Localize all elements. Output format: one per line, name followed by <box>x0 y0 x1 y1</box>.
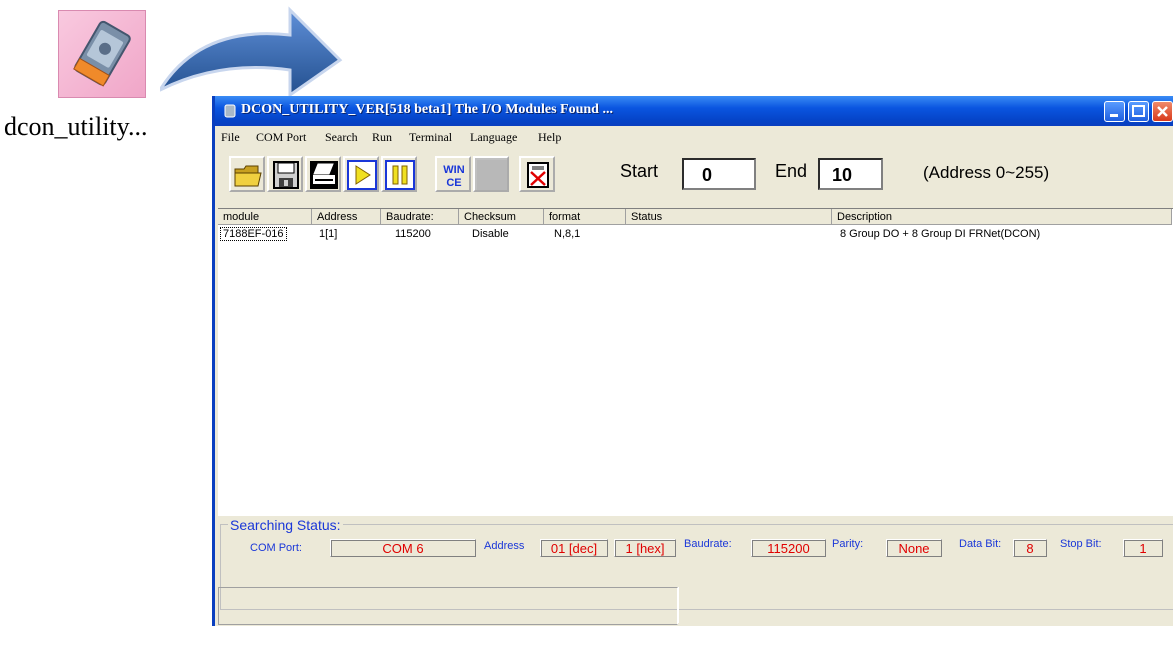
com-port-value: COM 6 <box>330 539 476 557</box>
io-module-icon <box>73 20 131 87</box>
menu-search[interactable]: Search <box>325 130 358 145</box>
wince-label-ce: CE <box>446 177 461 189</box>
menu-terminal[interactable]: Terminal <box>409 130 452 145</box>
minimize-button[interactable] <box>1104 101 1125 122</box>
data-bit-value: 8 <box>1013 539 1047 557</box>
column-header-module[interactable]: module <box>218 209 312 225</box>
status-bar <box>218 587 1173 626</box>
print-button[interactable] <box>305 156 341 192</box>
desktop-icon-label: dcon_utility... <box>4 112 148 141</box>
dcon-utility-window: DCON_UTILITY_VER[518 beta1] The I/O Modu… <box>212 96 1173 626</box>
close-button[interactable] <box>1152 101 1173 122</box>
run-button[interactable] <box>343 156 379 192</box>
column-header-checksum[interactable]: Checksum <box>459 209 544 225</box>
menu-help[interactable]: Help <box>538 130 561 145</box>
curved-arrow-icon <box>160 6 343 98</box>
title-bar[interactable]: DCON_UTILITY_VER[518 beta1] The I/O Modu… <box>215 96 1173 126</box>
baudrate-label: Baudrate: <box>684 538 732 550</box>
stop-bit-label: Stop Bit: <box>1060 538 1102 550</box>
address-label: Address <box>484 540 525 552</box>
save-button[interactable] <box>267 156 303 192</box>
wince-button[interactable]: WIN CE <box>435 156 471 192</box>
data-bit-label: Data Bit: <box>959 538 1002 550</box>
maximize-icon <box>1132 105 1145 117</box>
wince-icon: WIN CE <box>443 164 464 189</box>
dcon-utility-desktop-icon[interactable] <box>58 10 146 98</box>
parity-value: None <box>886 539 942 557</box>
row-module[interactable]: 7188EF-016 <box>220 227 287 241</box>
run-icon <box>347 160 377 190</box>
row-address: 1[1] <box>319 228 338 240</box>
column-header-description[interactable]: Description <box>832 209 1172 225</box>
row-checksum: Disable <box>472 228 509 240</box>
maximize-button[interactable] <box>1128 101 1149 122</box>
toolbar: WIN CE Start 0 End 10 (Address 0~255) <box>215 148 1173 204</box>
address-range-hint: (Address 0~255) <box>923 163 1050 182</box>
status-bar-pane-right <box>678 587 1173 623</box>
window-title: DCON_UTILITY_VER[518 beta1] The I/O Modu… <box>241 102 613 117</box>
print-icon <box>310 161 338 189</box>
close-icon <box>1157 106 1168 117</box>
baudrate-value: 115200 <box>751 539 826 557</box>
menu-language[interactable]: Language <box>470 130 517 145</box>
column-header-baudrate[interactable]: Baudrate: <box>381 209 459 225</box>
column-header-status[interactable]: Status <box>626 209 832 225</box>
status-bar-pane-left <box>218 587 678 625</box>
open-button[interactable] <box>229 156 265 192</box>
row-format: N,8,1 <box>554 228 581 240</box>
minimize-icon <box>1110 114 1118 117</box>
save-disk-icon <box>273 161 299 189</box>
open-folder-icon <box>234 165 262 187</box>
end-label: End <box>775 161 808 181</box>
menu-com-port[interactable]: COM Port <box>256 130 306 145</box>
blank-button[interactable] <box>473 156 509 192</box>
pause-icon <box>385 160 415 190</box>
terminal-button[interactable] <box>519 156 555 192</box>
module-list[interactable]: module Address Baudrate: Checksum format… <box>218 208 1173 517</box>
column-header-format[interactable]: format <box>544 209 626 225</box>
end-input[interactable]: 10 <box>818 158 883 190</box>
searching-status-title: Searching Status: <box>228 517 343 533</box>
wince-label-win: WIN <box>443 164 464 176</box>
start-input[interactable]: 0 <box>682 158 756 190</box>
terminal-icon <box>527 162 549 188</box>
parity-label: Parity: <box>832 538 864 550</box>
row-baudrate: 115200 <box>395 228 431 240</box>
menu-run[interactable]: Run <box>372 130 392 145</box>
column-header-address[interactable]: Address <box>312 209 381 225</box>
pause-button[interactable] <box>381 156 417 192</box>
com-port-label: COM Port: <box>250 542 302 554</box>
menu-file[interactable]: File <box>221 130 240 145</box>
menu-bar: File COM Port Search Run Terminal Langua… <box>215 126 1173 148</box>
address-dec-value: 01 [dec] <box>540 539 608 557</box>
start-label: Start <box>620 161 659 181</box>
stop-bit-value: 1 <box>1123 539 1163 557</box>
blank-icon <box>477 160 507 190</box>
address-hex-value: 1 [hex] <box>614 539 676 557</box>
app-icon <box>224 104 236 118</box>
row-description: 8 Group DO + 8 Group DI FRNet(DCON) <box>840 228 1041 240</box>
